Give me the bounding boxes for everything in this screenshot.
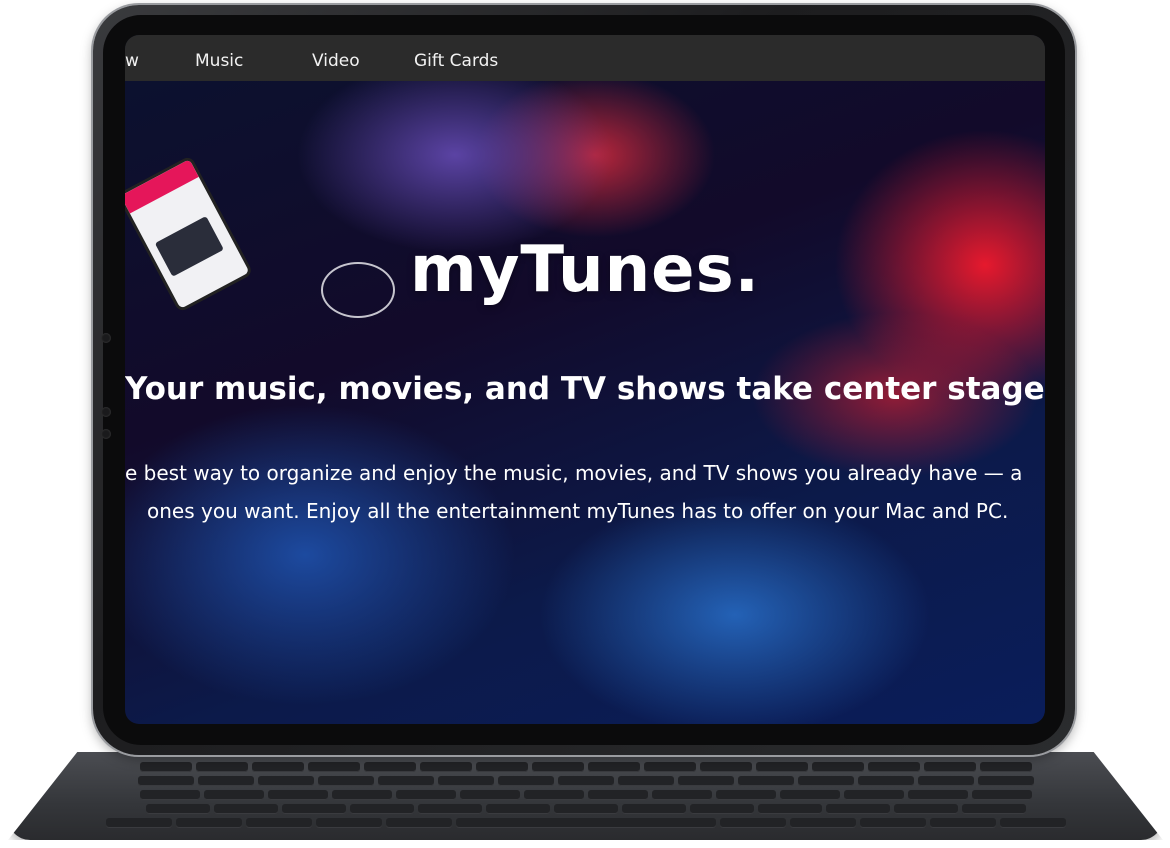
- keyboard-key: [689, 804, 754, 814]
- keyboard-key: [459, 790, 520, 800]
- keyboard-key: [385, 818, 452, 828]
- camera-icon: [101, 429, 111, 439]
- keyboard-key: [377, 776, 434, 786]
- keyboard-key: [531, 762, 584, 772]
- hero-description-line-2: ones you want. Enjoy all the entertainme…: [147, 499, 1009, 523]
- keyboard-key: [317, 776, 374, 786]
- keyboard-row: [8, 804, 1163, 814]
- keyboard-row: [8, 790, 1163, 800]
- hero-title: myTunes.: [410, 233, 760, 307]
- keyboard-key: [979, 762, 1032, 772]
- keyboard-key: [971, 790, 1032, 800]
- keyboard-key: [195, 762, 248, 772]
- keyboard-key: [497, 776, 554, 786]
- keyboard-key: [977, 776, 1034, 786]
- keyboard-key: [857, 776, 914, 786]
- phone-app-bar: [125, 159, 199, 214]
- keyboard-key: [523, 790, 584, 800]
- keyboard-key: [737, 776, 794, 786]
- nav-item-gift-cards[interactable]: Gift Cards: [414, 35, 498, 81]
- keyboard-key: [213, 804, 278, 814]
- keyboard-key: [139, 762, 192, 772]
- keyboard-row: [8, 818, 1163, 828]
- camera-icon: [101, 407, 111, 417]
- keyboard-key: [859, 818, 926, 828]
- keyboard-key: [699, 762, 752, 772]
- keyboard-key: [755, 762, 808, 772]
- keyboard-key: [417, 804, 482, 814]
- keyboard-key: [617, 776, 674, 786]
- keyboard-key: [485, 804, 550, 814]
- keyboard-key: [437, 776, 494, 786]
- keyboard-key: [677, 776, 734, 786]
- keyboard-key: [789, 818, 856, 828]
- keyboard-key: [893, 804, 958, 814]
- keyboard-key: [137, 776, 194, 786]
- keyboard-key: [257, 776, 314, 786]
- nav-item-music[interactable]: Music: [195, 35, 243, 81]
- keyboard-key: [715, 790, 776, 800]
- keyboard-key: [811, 762, 864, 772]
- keyboard-key: [843, 790, 904, 800]
- keyboard-key: [867, 762, 920, 772]
- keyboard-key: [757, 804, 822, 814]
- keyboard-key: [175, 818, 242, 828]
- nav-item-partial[interactable]: w: [125, 35, 139, 81]
- keyboard-key: [267, 790, 328, 800]
- keyboard-key: [395, 790, 456, 800]
- keyboard-key: [557, 776, 614, 786]
- keyboard-key: [245, 818, 312, 828]
- hero-subtitle: Your music, movies, and TV shows take ce…: [125, 371, 1045, 407]
- keyboard-key: [105, 818, 172, 828]
- keyboard-key: [651, 790, 712, 800]
- keyboard-key: [455, 818, 716, 828]
- keyboard-key: [719, 818, 786, 828]
- keyboard-row: [8, 776, 1163, 786]
- keyboard-key: [907, 790, 968, 800]
- keyboard-key: [281, 804, 346, 814]
- keyboard: [8, 752, 1163, 840]
- keyboard-key: [307, 762, 360, 772]
- keyboard-key: [621, 804, 686, 814]
- keyboard-key: [797, 776, 854, 786]
- keyboard-key: [917, 776, 974, 786]
- keyboard-key: [587, 762, 640, 772]
- keyboard-key: [139, 790, 200, 800]
- keyboard-key: [825, 804, 890, 814]
- keyboard-key: [587, 790, 648, 800]
- keyboard-key: [203, 790, 264, 800]
- keyboard-key: [999, 818, 1066, 828]
- keyboard-key: [643, 762, 696, 772]
- keyboard-key: [197, 776, 254, 786]
- hero-description-line-1: e best way to organize and enjoy the mus…: [125, 461, 1023, 485]
- keyboard-key: [315, 818, 382, 828]
- keyboard-key: [363, 762, 416, 772]
- browser-screen: w Music Video Gift Cards myTunes. Your m…: [125, 35, 1045, 724]
- keyboard-key: [331, 790, 392, 800]
- keyboard-key: [929, 818, 996, 828]
- keyboard-key: [779, 790, 840, 800]
- top-nav: w Music Video Gift Cards: [125, 35, 1045, 81]
- keyboard-key: [475, 762, 528, 772]
- keyboard-key: [961, 804, 1026, 814]
- camera-icon: [101, 333, 111, 343]
- keyboard-key: [419, 762, 472, 772]
- nav-item-video[interactable]: Video: [312, 35, 360, 81]
- keyboard-key: [145, 804, 210, 814]
- keyboard-key: [923, 762, 976, 772]
- keyboard-key: [251, 762, 304, 772]
- keyboard-key: [553, 804, 618, 814]
- keyboard-row: [8, 762, 1163, 772]
- keyboard-key: [349, 804, 414, 814]
